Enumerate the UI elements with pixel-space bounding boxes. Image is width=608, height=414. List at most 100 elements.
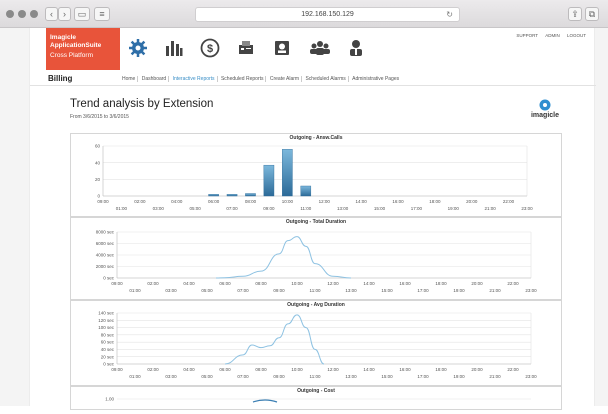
- x-tick-label: 07:00: [237, 374, 249, 379]
- chart-cost: Outgoing - Cost 1.00: [70, 386, 562, 410]
- x-tick-label: 14:00: [363, 281, 375, 286]
- x-tick-label: 11:00: [310, 288, 321, 293]
- logout-link[interactable]: LOGOUT: [567, 33, 586, 38]
- x-tick-label: 09:00: [273, 288, 285, 293]
- address-bar[interactable]: 192.168.150.129 ↻: [195, 7, 460, 22]
- x-tick-label: 18:00: [429, 199, 441, 204]
- y-tick-label: 4000 sec: [96, 253, 115, 258]
- x-tick-label: 21:00: [489, 288, 501, 293]
- menu-bar: Billing Home Dashboard Interactive Repor…: [30, 72, 596, 86]
- x-tick-label: 03:00: [165, 288, 177, 293]
- x-tick-label: 16:00: [399, 281, 411, 286]
- sidebar-icon: ▭: [77, 9, 87, 19]
- chart-title: Outgoing - Answ.Calls: [289, 135, 343, 141]
- x-tick-label: 13:00: [337, 206, 349, 211]
- x-tick-label: 11:00: [310, 374, 321, 379]
- share-button[interactable]: ⇪: [568, 7, 582, 21]
- group-icon[interactable]: [308, 38, 332, 58]
- x-tick-label: 19:00: [448, 206, 460, 211]
- x-tick-label: 17:00: [417, 288, 429, 293]
- x-tick-label: 03:00: [165, 374, 177, 379]
- x-tick-label: 19:00: [453, 288, 465, 293]
- chart-title: Outgoing - Avg Duration: [287, 302, 345, 308]
- x-tick-label: 02:00: [147, 281, 159, 286]
- x-tick-label: 14:00: [355, 199, 367, 204]
- menu-item-dashboard[interactable]: Dashboard: [139, 76, 170, 82]
- series-line: [215, 236, 352, 279]
- url-text: 192.168.150.129: [301, 11, 354, 18]
- fax-icon[interactable]: [236, 38, 256, 58]
- close-window-icon[interactable]: [6, 10, 14, 18]
- x-tick-label: 01:00: [129, 374, 141, 379]
- y-tick-label: 140 sec: [98, 311, 115, 316]
- x-tick-label: 09:00: [263, 206, 275, 211]
- sidebar-toggle-button[interactable]: ▭: [74, 7, 90, 21]
- x-tick-label: 13:00: [345, 288, 357, 293]
- support-link[interactable]: SUPPORT: [516, 33, 538, 38]
- x-tick-label: 21:00: [484, 206, 496, 211]
- gear-icon[interactable]: [128, 38, 148, 58]
- back-button[interactable]: ‹: [45, 7, 58, 21]
- x-tick-label: 14:00: [363, 367, 375, 372]
- browser-window: ‹ › ▭ ≡ 192.168.150.129 ↻ ⇪ ⧉ Imagicle A…: [0, 0, 608, 410]
- x-tick-label: 23:00: [521, 206, 533, 211]
- x-tick-label: 19:00: [453, 374, 465, 379]
- y-tick-label: 40: [95, 160, 101, 165]
- brand-logo[interactable]: Imagicle ApplicationSuite Cross Platform: [46, 28, 120, 70]
- bar: [226, 194, 238, 197]
- chart-total-duration-plot: 8000 sec6000 sec4000 sec2000 sec0 sec09:…: [96, 230, 537, 293]
- x-tick-label: 16:00: [392, 199, 404, 204]
- x-tick-label: 12:00: [327, 281, 339, 286]
- svg-text:$: $: [207, 43, 213, 55]
- admin-link[interactable]: ADMIN: [545, 33, 560, 38]
- bar: [300, 185, 312, 197]
- user-icon[interactable]: [346, 38, 366, 58]
- x-tick-label: 22:00: [507, 367, 519, 372]
- maximize-window-icon[interactable]: [30, 10, 38, 18]
- reader-button[interactable]: ≡: [94, 7, 110, 21]
- y-tick-label: 6000 sec: [96, 241, 115, 246]
- x-tick-label: 06:00: [219, 367, 231, 372]
- dollar-icon[interactable]: $: [200, 38, 220, 58]
- menu-item-create-alarm[interactable]: Create Alarm: [267, 76, 303, 82]
- reload-icon[interactable]: ↻: [446, 8, 453, 21]
- x-tick-label: 23:00: [525, 288, 537, 293]
- page-background-left: [0, 28, 29, 406]
- x-tick-label: 18:00: [435, 281, 447, 286]
- logo-text: imagicle: [530, 112, 559, 119]
- top-links: SUPPORT ADMIN LOGOUT: [510, 33, 586, 38]
- x-tick-label: 09:00: [111, 367, 123, 372]
- brand-suite: ApplicationSuite: [50, 42, 102, 49]
- x-tick-label: 15:00: [374, 206, 386, 211]
- main-menu: Home Dashboard Interactive Reports Sched…: [120, 76, 401, 82]
- web-page: Imagicle ApplicationSuite Cross Platform…: [29, 28, 596, 410]
- x-tick-label: 02:00: [134, 199, 146, 204]
- tabs-button[interactable]: ⧉: [585, 7, 599, 21]
- imagicle-logo-mark-icon: [539, 99, 551, 111]
- x-tick-label: 17:00: [411, 206, 423, 211]
- menu-item-scheduled-alarms[interactable]: Scheduled Alarms: [303, 76, 349, 82]
- x-tick-label: 07:00: [226, 206, 238, 211]
- contact-card-icon[interactable]: [272, 38, 292, 58]
- minimize-window-icon[interactable]: [18, 10, 26, 18]
- tabs-icon: ⧉: [588, 9, 596, 19]
- menu-item-scheduled-reports[interactable]: Scheduled Reports: [218, 76, 267, 82]
- x-tick-label: 10:00: [291, 367, 303, 372]
- menu-item-administrative-pages[interactable]: Administrative Pages: [350, 76, 401, 82]
- x-tick-label: 04:00: [183, 367, 195, 372]
- x-tick-label: 06:00: [219, 281, 231, 286]
- bar: [282, 149, 293, 197]
- forward-button[interactable]: ›: [58, 7, 71, 21]
- series-line: [252, 399, 278, 403]
- section-title: Billing: [48, 74, 73, 83]
- x-tick-label: 23:00: [525, 374, 537, 379]
- bar-chart-icon[interactable]: [164, 38, 184, 58]
- x-tick-label: 03:00: [153, 206, 165, 211]
- menu-item-interactive-reports[interactable]: Interactive Reports: [170, 76, 218, 82]
- menu-item-home[interactable]: Home: [120, 76, 139, 82]
- x-tick-label: 11:00: [300, 206, 311, 211]
- x-tick-label: 17:00: [417, 374, 429, 379]
- brand-name: Imagicle: [50, 34, 77, 41]
- bar: [263, 164, 275, 197]
- x-tick-label: 20:00: [466, 199, 478, 204]
